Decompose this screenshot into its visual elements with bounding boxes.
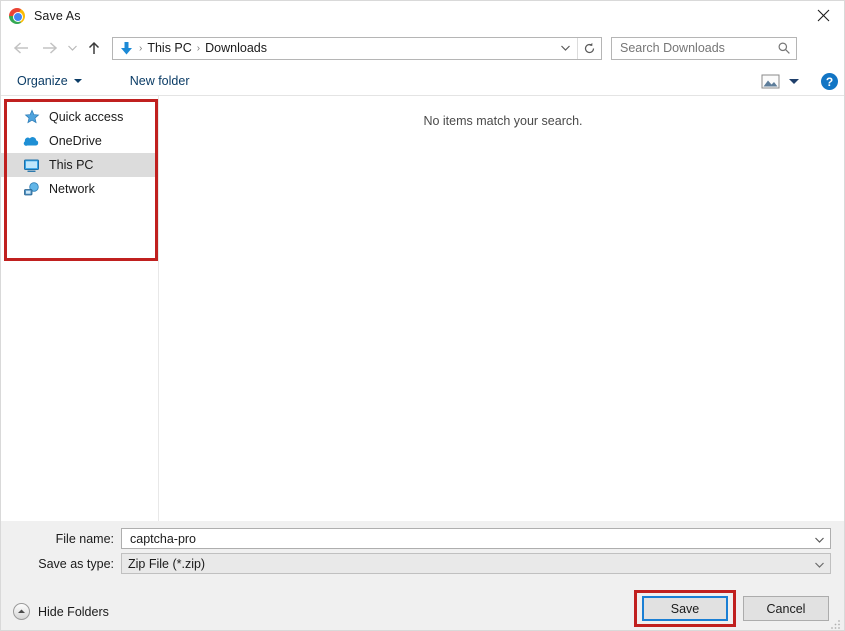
back-arrow-icon <box>13 42 28 54</box>
organize-label: Organize <box>17 74 68 88</box>
chevron-down-icon <box>815 562 824 568</box>
sidebar-item-this-pc[interactable]: This PC <box>1 153 158 177</box>
chrome-logo-icon <box>9 7 25 24</box>
cancel-button-label: Cancel <box>766 601 806 616</box>
chevron-down-icon <box>73 79 82 83</box>
file-name-combo[interactable] <box>121 528 831 549</box>
help-label: ? <box>825 74 834 89</box>
file-name-dropdown-button[interactable] <box>813 533 826 546</box>
save-button-label: Save <box>670 601 700 616</box>
hide-folders-button[interactable]: Hide Folders <box>13 603 109 620</box>
forward-arrow-icon <box>42 42 57 54</box>
address-dropdown-button[interactable] <box>555 38 575 59</box>
title-bar: Save As <box>1 1 844 30</box>
save-as-type-combo[interactable]: Zip File (*.zip) <box>121 553 831 574</box>
close-icon <box>817 9 829 22</box>
search-input[interactable] <box>618 38 776 58</box>
new-folder-label: New folder <box>129 74 190 88</box>
file-list[interactable]: No items match your search. <box>160 96 844 521</box>
view-options-button[interactable] <box>759 73 781 91</box>
up-arrow-icon <box>88 41 100 54</box>
monitor-icon <box>23 157 40 174</box>
star-icon <box>23 109 40 126</box>
breadcrumb-separator: › <box>196 42 201 54</box>
recent-locations-button[interactable] <box>63 35 81 61</box>
window-title: Save As <box>34 8 81 23</box>
cloud-icon <box>23 133 40 150</box>
sidebar-item-label: Quick access <box>49 110 124 124</box>
view-dropdown-caret-icon[interactable] <box>789 79 799 84</box>
breadcrumb-separator: › <box>139 42 143 54</box>
file-name-input[interactable] <box>128 530 788 547</box>
view-options-icon <box>761 74 779 89</box>
refresh-icon <box>584 42 595 53</box>
chevron-down-icon <box>815 537 824 543</box>
recent-locations-chevron-icon <box>67 45 77 51</box>
chevron-down-icon <box>560 45 570 51</box>
hide-folders-label: Hide Folders <box>38 604 109 619</box>
file-name-row: File name: <box>1 528 844 549</box>
save-as-type-value: Zip File (*.zip) <box>128 556 206 571</box>
new-folder-button[interactable]: New folder <box>124 70 196 92</box>
sidebar-item-label: OneDrive <box>49 134 102 148</box>
save-as-type-label: Save as type: <box>38 556 114 571</box>
file-name-label: File name: <box>55 531 114 546</box>
organize-button[interactable]: Organize <box>11 70 88 92</box>
empty-state-message: No items match your search. <box>423 114 583 128</box>
help-button[interactable]: ? <box>821 73 838 90</box>
save-button[interactable]: Save <box>642 596 728 621</box>
breadcrumb-downloads[interactable]: Downloads <box>205 41 267 55</box>
breadcrumb-this-pc[interactable]: This PC <box>147 41 191 55</box>
sidebar-item-label: Network <box>49 182 95 196</box>
network-icon <box>23 181 40 198</box>
close-button[interactable] <box>800 1 844 30</box>
sidebar-item-label: This PC <box>49 158 94 172</box>
dialog-body: Quick access OneDrive This PC Network No… <box>1 96 844 521</box>
sidebar-item-quick-access[interactable]: Quick access <box>1 105 158 129</box>
command-bar-right: ? <box>759 67 838 96</box>
search-box[interactable] <box>611 36 797 60</box>
navigation-sidebar: Quick access OneDrive This PC Network <box>1 96 159 521</box>
downloads-folder-icon <box>118 40 134 56</box>
forward-button[interactable] <box>35 35 63 61</box>
back-button[interactable] <box>7 35 35 61</box>
save-as-type-dropdown-button[interactable] <box>813 558 826 571</box>
cancel-button[interactable]: Cancel <box>743 596 829 621</box>
save-as-type-row: Save as type: Zip File (*.zip) <box>1 553 844 574</box>
up-one-level-button[interactable] <box>81 35 107 61</box>
chevron-up-circle-icon <box>13 603 30 620</box>
search-icon <box>776 41 791 56</box>
sidebar-item-onedrive[interactable]: OneDrive <box>1 129 158 153</box>
refresh-button[interactable] <box>577 37 601 59</box>
sidebar-item-network[interactable]: Network <box>1 177 158 201</box>
command-bar: Organize New folder ? <box>1 67 844 96</box>
save-as-dialog: Save As › This PC › Downloads Search Dow… <box>0 0 845 631</box>
resize-grip[interactable] <box>830 617 842 629</box>
navigation-bar: › This PC › Downloads <box>1 30 844 66</box>
address-bar[interactable]: › This PC › Downloads <box>112 36 602 60</box>
